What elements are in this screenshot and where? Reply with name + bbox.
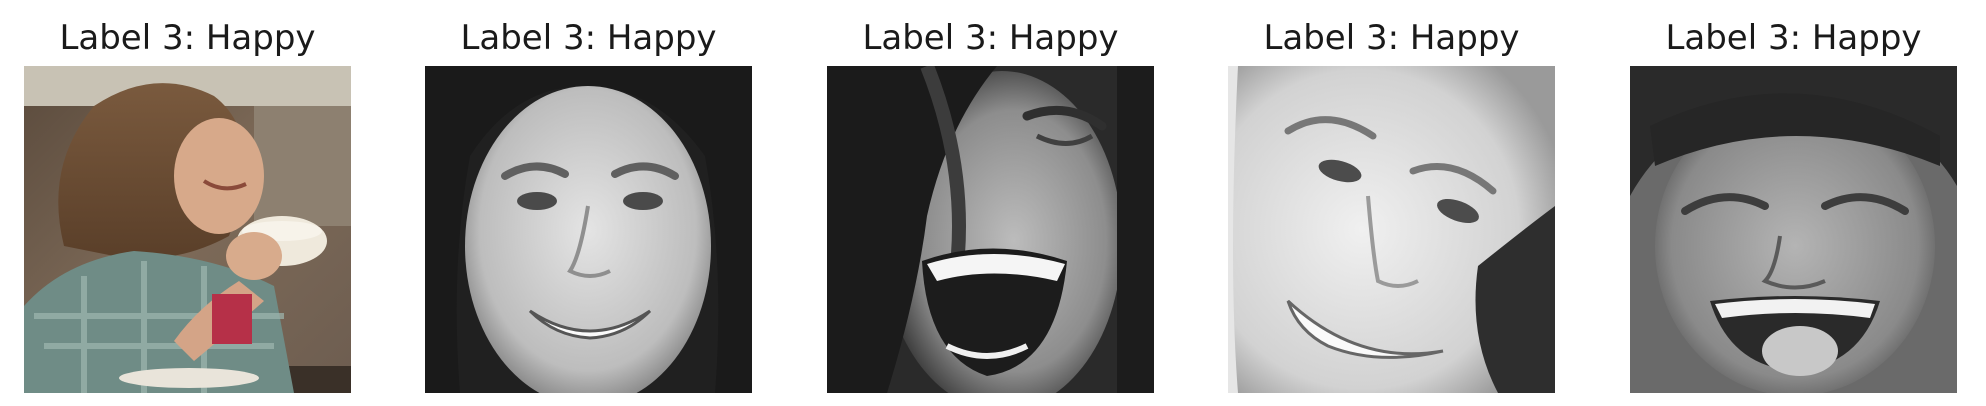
panel-title: Label 3: Happy <box>59 18 316 58</box>
face-image-4 <box>1228 66 1555 393</box>
panel-title: Label 3: Happy <box>1665 18 1922 58</box>
panel-title: Label 3: Happy <box>460 18 717 58</box>
image-panel-1: Label 3: Happy <box>24 0 351 406</box>
image-panel-2: Label 3: Happy <box>425 0 752 406</box>
panel-title: Label 3: Happy <box>1263 18 1520 58</box>
face-image-1 <box>24 66 351 393</box>
image-panel-3: Label 3: Happy <box>827 0 1154 406</box>
face-image-3 <box>827 66 1154 393</box>
image-panel-4: Label 3: Happy <box>1228 0 1555 406</box>
image-panel-5: Label 3: Happy <box>1630 0 1957 406</box>
face-image-2 <box>425 66 752 393</box>
face-image-5 <box>1630 66 1957 393</box>
panel-title: Label 3: Happy <box>862 18 1119 58</box>
